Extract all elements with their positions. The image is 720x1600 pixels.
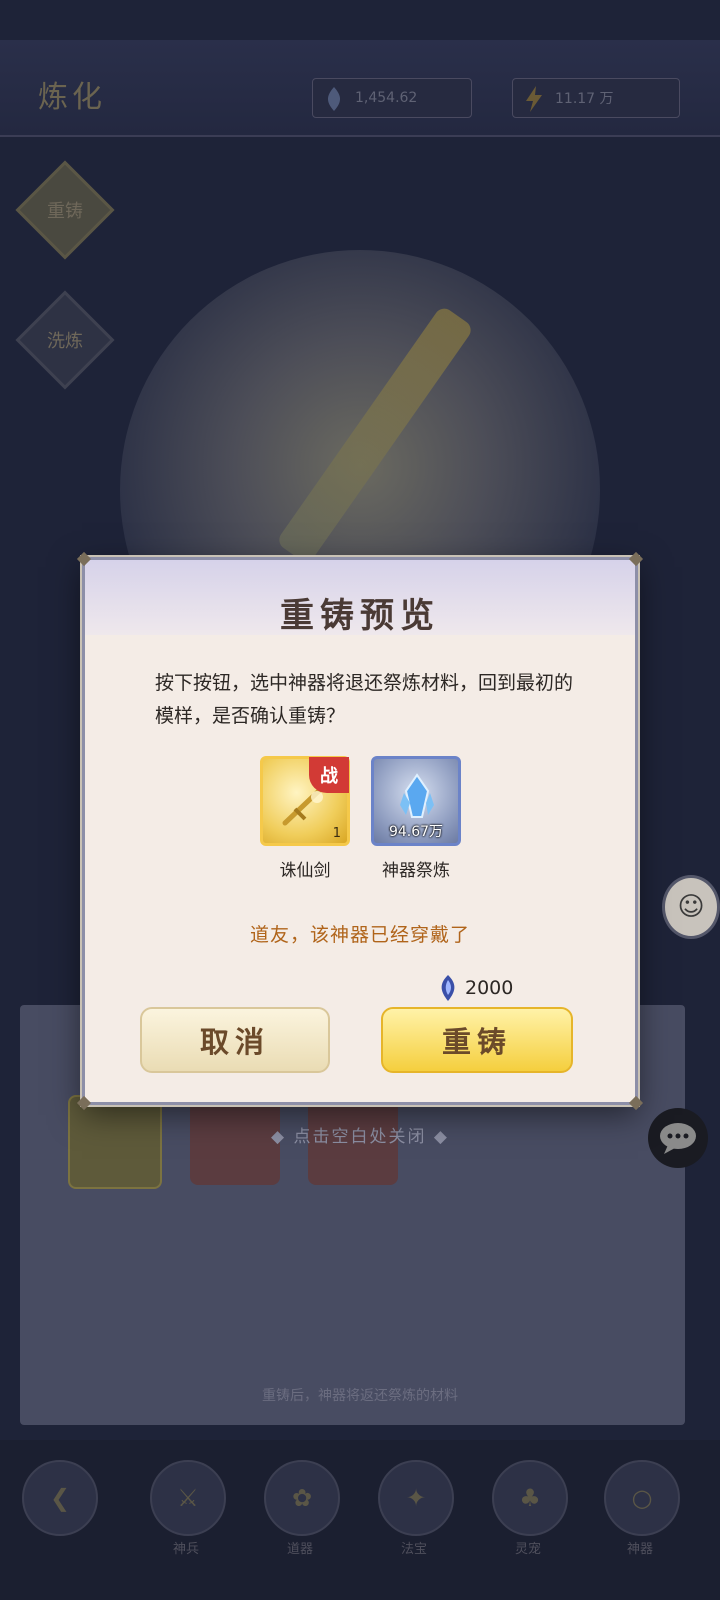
gem-icon bbox=[327, 87, 341, 111]
nav-item[interactable]: ✦ bbox=[378, 1460, 454, 1536]
nav-item-label: 神器 bbox=[626, 1542, 653, 1557]
dialog-title: 重铸预览 bbox=[280, 596, 440, 636]
lightning-icon bbox=[526, 86, 542, 112]
back-button[interactable]: ❮ bbox=[22, 1460, 98, 1536]
recast-preview-dialog: 重铸预览 按下按钮，选中神器将退还祭炼材料，回到最初的模样，是否确认重铸？ 战 … bbox=[76, 551, 644, 1111]
item-label: 诛仙剑 bbox=[279, 861, 331, 881]
diamond-deco-icon: ◆ bbox=[426, 1127, 449, 1147]
avatar[interactable]: ☺ bbox=[662, 875, 720, 939]
nav-icon: ♣ bbox=[519, 1484, 541, 1512]
tab-recast-label: 重铸 bbox=[47, 201, 83, 222]
diamond-deco-icon: ◆ bbox=[271, 1127, 294, 1147]
close-hint[interactable]: ◆ 点击空白处关闭 ◆ bbox=[0, 1122, 720, 1147]
tab-refine-label: 洗炼 bbox=[47, 331, 83, 352]
nav-icon: ✿ bbox=[291, 1484, 313, 1512]
nav-item[interactable]: ✿ bbox=[264, 1460, 340, 1536]
nav-item-label: 道器 bbox=[286, 1542, 313, 1557]
resource-energy-value: 11.17 万 bbox=[555, 91, 614, 107]
lower-note: 重铸后，神器将返还祭炼的材料 bbox=[262, 1388, 458, 1404]
tab-refine[interactable]: 洗炼 bbox=[15, 290, 115, 390]
nav-item-label: 灵宠 bbox=[514, 1542, 541, 1557]
nav-icon: ✦ bbox=[405, 1484, 427, 1512]
recast-button-label: 重铸 bbox=[441, 1025, 512, 1059]
face-icon: ☺ bbox=[677, 892, 705, 922]
item-zhuxian-sword[interactable]: 战 1 bbox=[260, 756, 350, 846]
resource-energy-counter: 11.17 万 bbox=[512, 78, 680, 118]
cancel-button[interactable]: 取消 bbox=[140, 1007, 330, 1073]
nav-item[interactable]: ⚔ bbox=[150, 1460, 226, 1536]
equipped-badge: 战 bbox=[309, 757, 349, 793]
equipped-warning: 道友，该神器已经穿戴了 bbox=[249, 924, 470, 946]
dialog-message: 按下按钮，选中神器将退还祭炼材料，回到最初的模样，是否确认重铸？ bbox=[155, 672, 574, 727]
resource-gem-counter: 1,454.62 bbox=[312, 78, 472, 118]
resource-gem-value: 1,454.62 bbox=[355, 90, 418, 106]
crystal-icon bbox=[400, 773, 434, 818]
nav-item[interactable]: ○ bbox=[604, 1460, 680, 1536]
close-hint-label: 点击空白处关闭 bbox=[293, 1127, 427, 1147]
recast-button[interactable]: 重铸 bbox=[381, 1007, 573, 1073]
nav-item-label: 神兵 bbox=[172, 1542, 199, 1557]
gem-icon bbox=[441, 975, 455, 1001]
cancel-button-label: 取消 bbox=[199, 1025, 270, 1059]
item-label: 神器祭炼 bbox=[382, 861, 450, 881]
nav-item-label: 法宝 bbox=[400, 1542, 427, 1557]
page-title: 炼化 bbox=[38, 80, 106, 115]
item-count: 1 bbox=[332, 826, 341, 841]
nav-item[interactable]: ♣ bbox=[492, 1460, 568, 1536]
recast-cost-value: 2000 bbox=[465, 977, 514, 999]
arrow-left-icon: ❮ bbox=[49, 1484, 71, 1512]
item-artifact-refine[interactable]: 94.67万 bbox=[371, 756, 461, 846]
tab-recast[interactable]: 重铸 bbox=[15, 160, 115, 260]
recast-cost: 2000 bbox=[437, 973, 513, 1003]
nav-icon: ⚔ bbox=[177, 1484, 199, 1512]
nav-icon: ○ bbox=[631, 1484, 653, 1512]
item-amount: 94.67万 bbox=[388, 824, 444, 840]
